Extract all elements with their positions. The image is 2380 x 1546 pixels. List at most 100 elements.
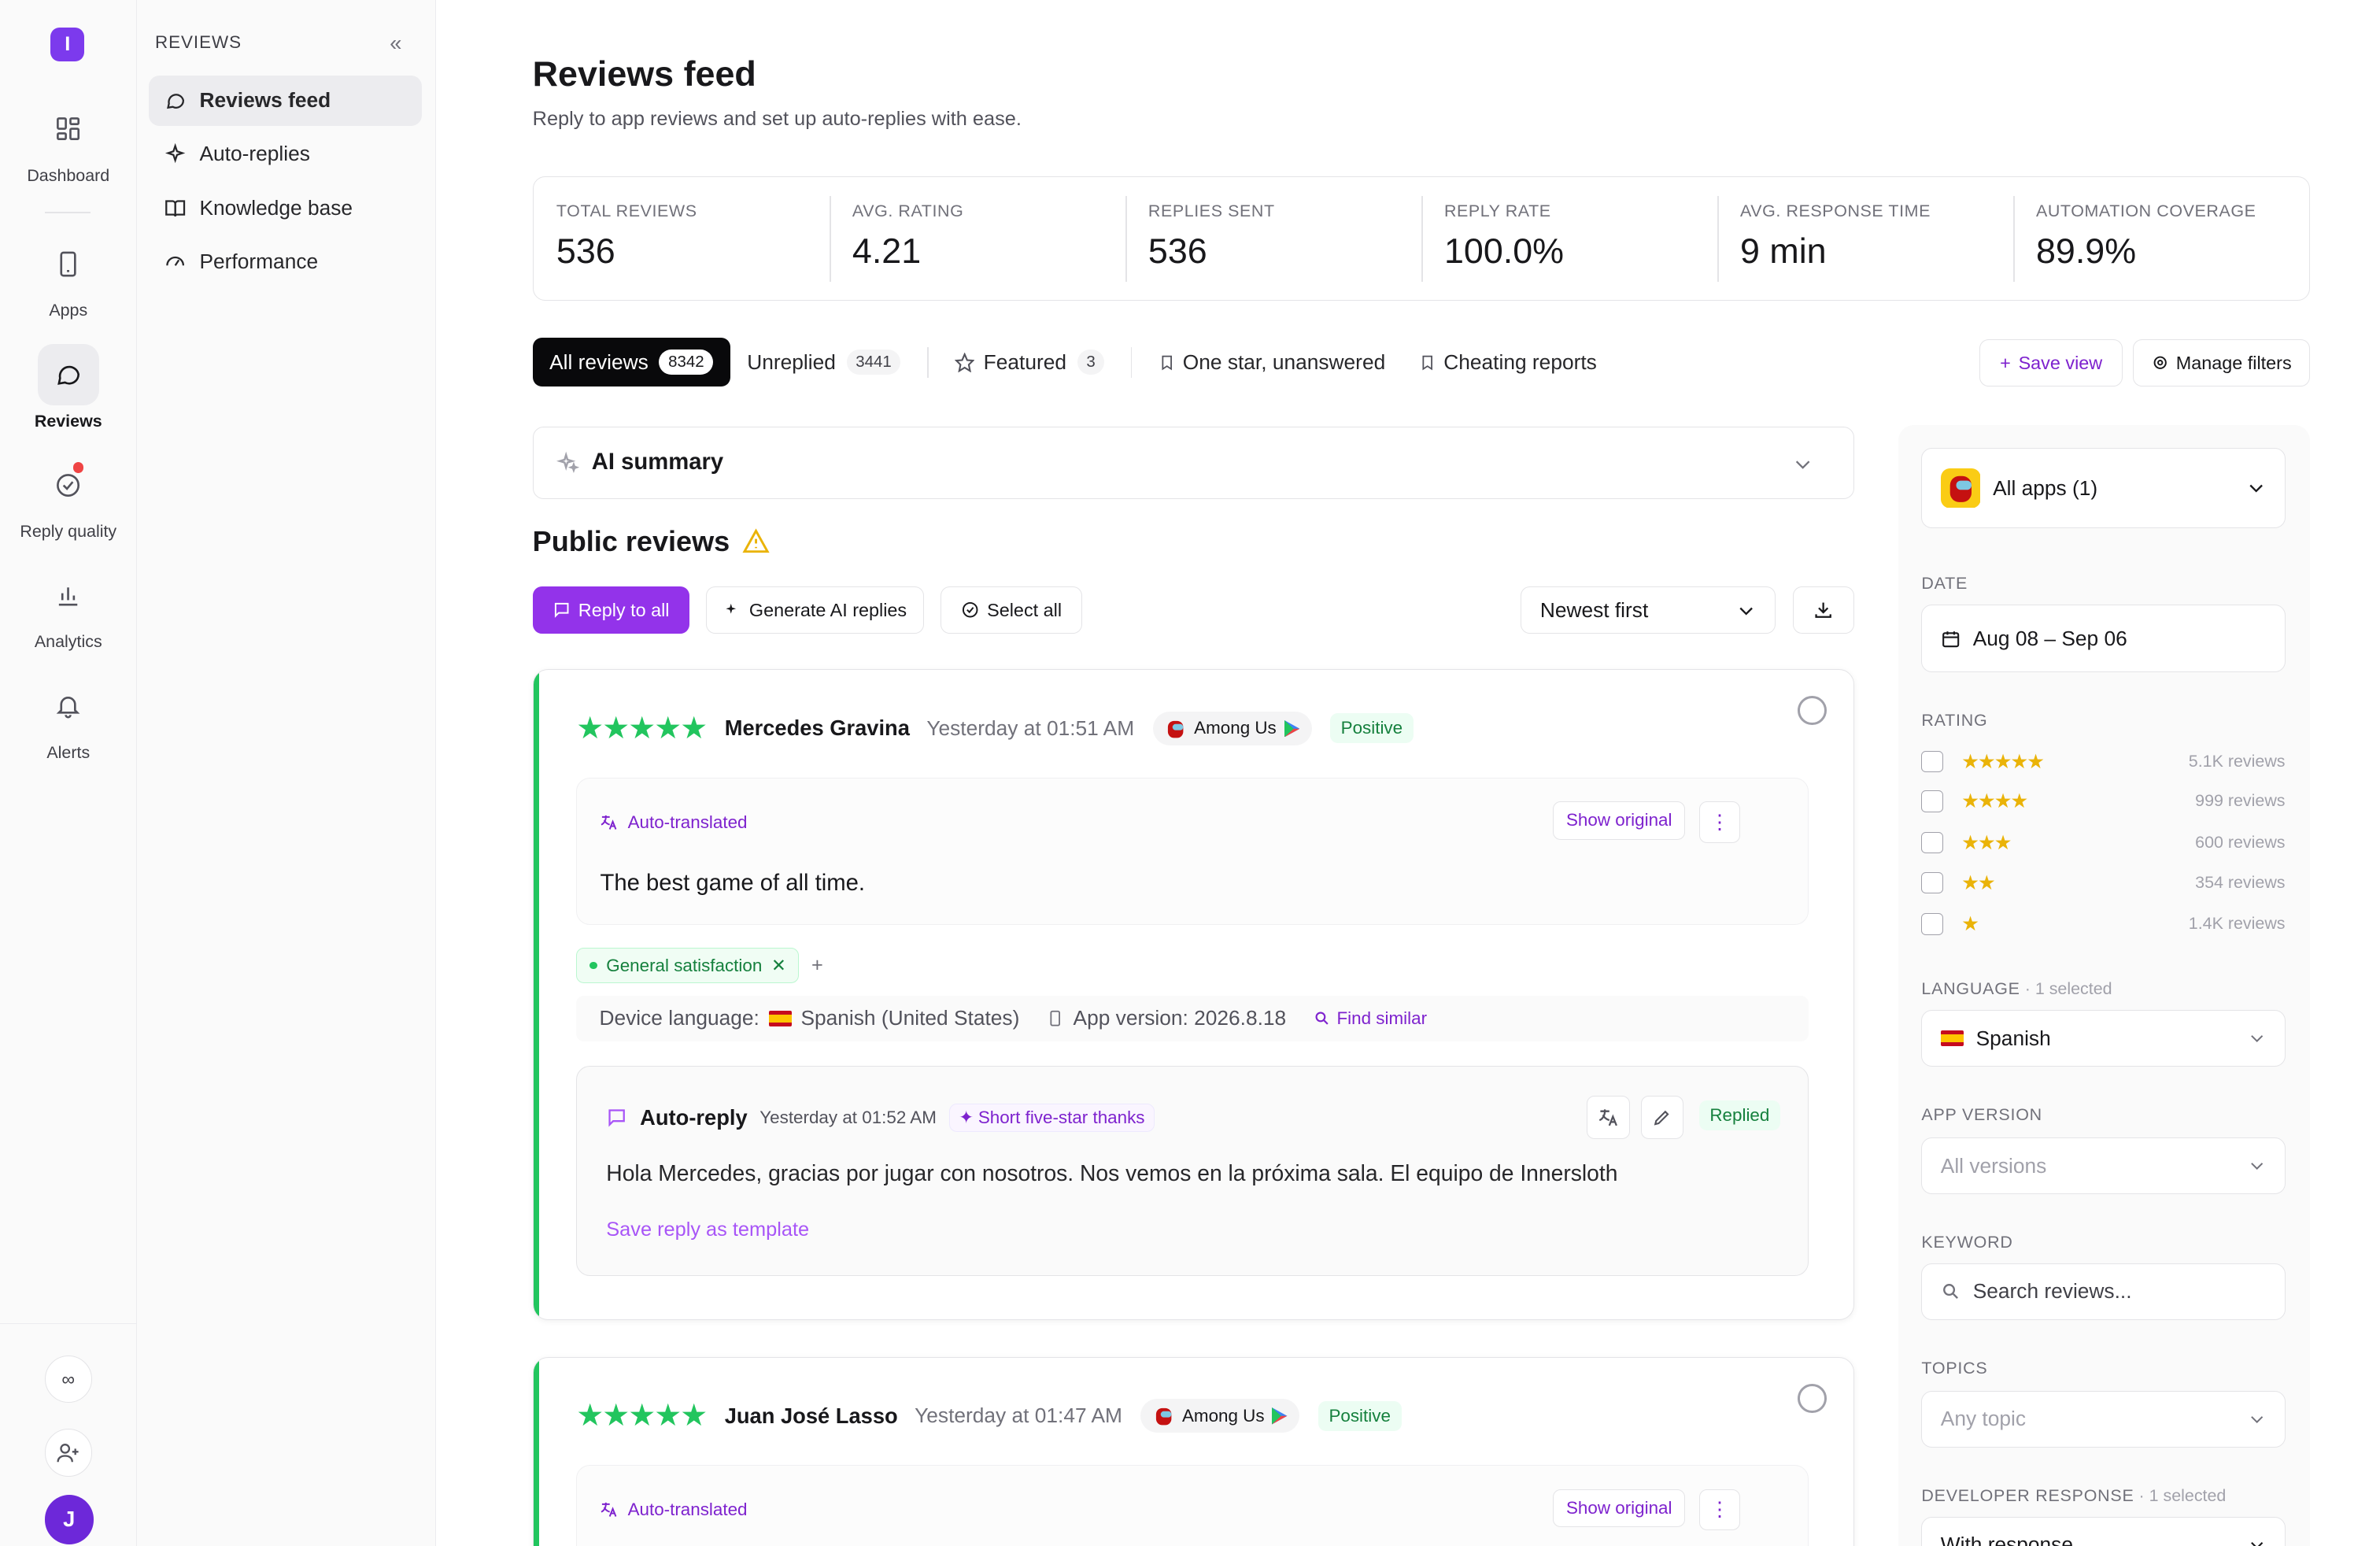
app-version: App version: 2026.8.18 [1073,1006,1287,1030]
find-similar-link[interactable]: Find similar [1314,1008,1427,1029]
gauge-icon [165,256,184,266]
sparkles-icon [164,143,185,164]
checkbox[interactable] [1921,790,1943,812]
tab-all-reviews[interactable]: All reviews 8342 [532,338,730,387]
app-select[interactable]: All apps (1) [1921,448,2286,528]
topic-tag[interactable]: General satisfaction ✕ [576,948,800,983]
sparkles-icon: ✦ [959,1107,974,1127]
plus-icon: + [2000,352,2011,373]
generate-ai-replies-label: Generate AI replies [748,599,907,620]
public-reviews-heading: Public reviews [533,525,770,558]
app-chip[interactable]: Among Us [1152,711,1312,745]
subnav-label: Performance [199,249,319,273]
review-header: ★★★★★ Mercedes Gravina Yesterday at 01:5… [576,712,1414,745]
tab-label: Featured [983,350,1066,374]
remove-tag-icon[interactable]: ✕ [771,956,786,976]
select-review-radio[interactable] [1798,1383,1828,1413]
rail-reviews[interactable]: Reviews [0,343,137,431]
stat-total-reviews: TOTAL REVIEWS 536 [534,177,830,300]
keyword-search-input[interactable]: Search reviews... [1921,1263,2286,1320]
checkbox[interactable] [1921,871,1943,893]
topics-select[interactable]: Any topic [1921,1390,2286,1448]
language-select[interactable]: Spanish [1921,1010,2286,1067]
rating-count: 999 reviews [2195,791,2286,811]
rail-reply-quality[interactable]: Reply quality [0,454,137,542]
date-range-picker[interactable]: Aug 08 – Sep 06 [1921,605,2286,673]
rating-option-5[interactable]: ★★★★★ 5.1K reviews [1921,749,2286,774]
subnav-item-knowledge-base[interactable]: Knowledge base [149,183,422,233]
review-card[interactable]: ★★★★★ Juan José Lasso Yesterday at 01:47… [532,1356,1854,1546]
subnav-item-performance[interactable]: Performance [149,236,422,287]
tab-featured[interactable]: Featured 3 [937,338,1122,386]
collapse-sidebar-icon[interactable]: « [390,31,401,56]
sort-select[interactable]: Newest first [1521,586,1776,634]
add-tag-icon[interactable]: + [811,954,823,977]
rail-label: Reply quality [20,521,117,541]
more-options-icon[interactable]: ⋮ [1698,801,1741,843]
review-card[interactable]: ★★★★★ Mercedes Gravina Yesterday at 01:5… [532,669,1854,1320]
rail-label: Dashboard [27,165,110,185]
tab-cheating-reports[interactable]: Cheating reports [1402,338,1614,386]
rating-option-2[interactable]: ★★ 354 reviews [1921,871,2286,895]
rail-dashboard[interactable]: Dashboard [0,98,137,186]
app-chip[interactable]: Among Us [1140,1399,1300,1433]
rating-option-1[interactable]: ★ 1.4K reviews [1921,912,2286,936]
rail-label: Analytics [34,632,102,652]
developer-response-label: DEVELOPER RESPONSE [1921,1485,2134,1505]
rating-count: 354 reviews [2195,872,2286,892]
review-body: Auto-translated Show original ⋮ The best… [576,777,1809,925]
checkbox[interactable] [1921,831,1943,854]
subnav-label: Auto-replies [199,142,310,166]
date-range-value: Aug 08 – Sep 06 [1972,626,2127,650]
device-language-label: Device language: [599,1006,759,1030]
export-button[interactable] [1792,586,1854,634]
reply-template-chip[interactable]: ✦ Short five-star thanks [948,1104,1155,1132]
google-play-icon [1272,1407,1288,1425]
rating-option-4[interactable]: ★★★★ 999 reviews [1921,789,2286,813]
chevron-down-icon [2250,1035,2263,1043]
edit-reply-button[interactable] [1640,1096,1684,1139]
checkbox[interactable] [1921,913,1943,935]
save-template-link[interactable]: Save reply as template [606,1219,809,1241]
subnav-item-reviews-feed[interactable]: Reviews feed [149,75,423,126]
rail-alerts[interactable]: Alerts [0,675,137,763]
developer-response-select[interactable]: With response [1921,1516,2286,1546]
reply-to-all-button[interactable]: Reply to all [532,586,689,634]
rating-option-3[interactable]: ★★★ 600 reviews [1921,830,2286,855]
chevron-down-icon [1795,460,1810,470]
manage-filters-button[interactable]: Manage filters [2133,338,2310,387]
icon-rail: I Dashboard Apps Reviews Reply quality A… [0,0,137,1546]
select-all-button[interactable]: Select all [941,586,1082,634]
translate-reply-button[interactable] [1587,1096,1630,1139]
generate-ai-replies-button[interactable]: Generate AI replies [705,586,924,634]
public-reviews-title: Public reviews [532,524,730,557]
spain-flag-icon [1940,1030,1964,1046]
check-badge-icon [57,473,80,497]
tab-unreplied[interactable]: Unreplied 3441 [730,338,918,386]
show-original-button[interactable]: Show original [1553,801,1686,840]
stat-avg-rating: AVG. RATING 4.21 [829,177,1125,300]
app-logo[interactable]: I [50,28,85,61]
stat-label: AVG. RATING [852,202,964,221]
more-options-icon[interactable]: ⋮ [1698,1489,1741,1531]
page-title: Reviews feed [532,54,756,94]
save-view-label: Save view [2018,352,2103,373]
checkbox[interactable] [1921,750,1943,772]
translate-icon [601,1503,617,1518]
rail-apps[interactable]: Apps [0,233,137,320]
show-original-button[interactable]: Show original [1553,1489,1686,1528]
subnav-item-auto-replies[interactable]: Auto-replies [149,129,422,179]
rating-stars: ★★★★ [1961,790,2028,813]
ai-summary-panel[interactable]: AI summary [532,427,1854,499]
infinity-button[interactable]: ∞ [44,1355,92,1404]
sparkles-icon [726,604,736,614]
manage-filters-label: Manage filters [2175,352,2292,373]
select-review-radio[interactable] [1798,696,1828,726]
tab-one-star-unanswered[interactable]: One star, unanswered [1141,338,1402,386]
invite-user-button[interactable] [44,1429,92,1477]
avatar[interactable]: J [44,1495,94,1544]
rating-count: 600 reviews [2195,833,2286,853]
app-version-select[interactable]: All versions [1921,1137,2286,1195]
rail-analytics[interactable]: Analytics [0,565,137,653]
save-view-button[interactable]: + Save view [1979,338,2123,387]
